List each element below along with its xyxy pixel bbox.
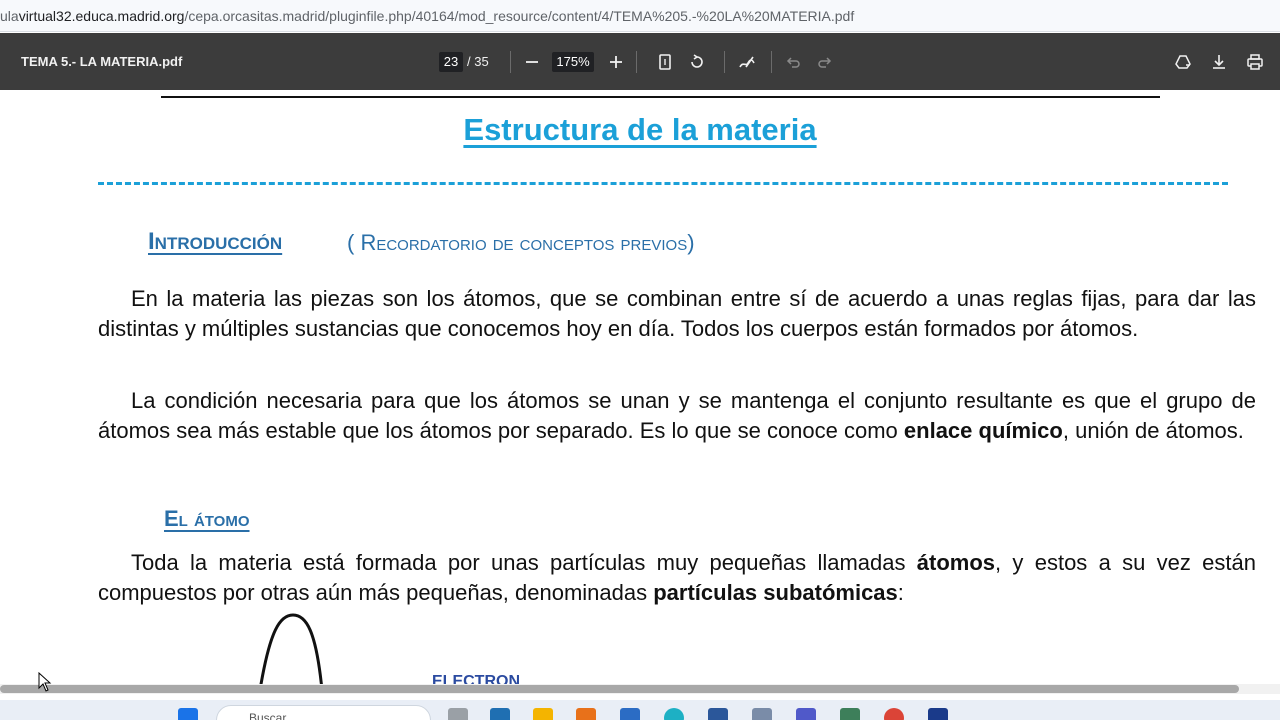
print-button[interactable]: [1243, 50, 1267, 74]
rotate-icon: [691, 54, 703, 68]
pdf-viewer[interactable]: Estructura de la materia Introducción ( …: [0, 90, 1280, 684]
paragraph-3-text: Toda la materia está formada por unas pa…: [131, 550, 917, 575]
app-icon[interactable]: [620, 708, 640, 720]
annotate-icon: [739, 56, 755, 68]
scrollbar-thumb[interactable]: [0, 685, 1239, 693]
rotate-button[interactable]: [685, 50, 709, 74]
zoom-input[interactable]: 175%: [552, 52, 594, 72]
mouse-cursor-icon: [38, 672, 52, 692]
toolbar-divider: [636, 51, 637, 73]
dashed-divider: [98, 182, 1228, 185]
atom-diagram: ELECTRON: [259, 613, 520, 684]
horizontal-scrollbar[interactable]: [0, 684, 1280, 694]
url-text[interactable]: ulavirtual32.educa.madrid.org/cepa.orcas…: [0, 8, 854, 24]
app-icon[interactable]: [840, 708, 860, 720]
atom-heading: El átomo: [164, 506, 250, 531]
task-view-icon[interactable]: [448, 708, 468, 720]
intro-heading: Introducción: [148, 228, 283, 255]
paragraph-1-text: En la materia las piezas son los átomos,…: [98, 286, 1256, 341]
app-icon[interactable]: [576, 708, 596, 720]
intro-subheading: ( Recordatorio de conceptos previos): [347, 230, 695, 255]
toolbar-divider: [724, 51, 725, 73]
page-total: / 35: [467, 54, 489, 69]
download-icon: [1213, 55, 1225, 69]
paragraph-2: La condición necesaria para que los átom…: [98, 386, 1256, 446]
toolbar-divider: [510, 51, 511, 73]
document-title: TEMA 5.- LA MATERIA.pdf: [21, 54, 183, 69]
paragraph-2-tail: , unión de átomos.: [1062, 418, 1244, 443]
zoom-out-icon: [526, 61, 538, 63]
taskbar: Buscar: [0, 700, 1280, 720]
teams-icon[interactable]: [796, 708, 816, 720]
page-number-input[interactable]: 23: [439, 52, 463, 72]
drive-icon: [1175, 55, 1191, 69]
start-icon[interactable]: [178, 708, 198, 720]
word-icon[interactable]: [708, 708, 728, 720]
download-button[interactable]: [1207, 50, 1231, 74]
print-icon: [1247, 54, 1263, 70]
undo-button[interactable]: [781, 50, 805, 74]
fit-page-button[interactable]: [653, 50, 677, 74]
url-prefix: ula: [0, 8, 19, 24]
url-host: virtual32.educa.madrid.org: [18, 8, 185, 24]
section-title: Estructura de la materia: [463, 112, 817, 147]
file-explorer-icon[interactable]: [533, 708, 553, 720]
taskbar-search-placeholder: Buscar: [249, 711, 287, 720]
redo-icon: [818, 57, 832, 68]
app-icon[interactable]: [752, 708, 772, 720]
paragraph-3-tail: :: [897, 580, 904, 605]
zoom-in-button[interactable]: [604, 50, 628, 74]
undo-icon: [786, 57, 800, 68]
url-path: /cepa.orcasitas.madrid/pluginfile.php/40…: [184, 8, 855, 24]
annotate-button[interactable]: [735, 50, 759, 74]
bold-term: enlace químico: [903, 418, 1063, 443]
bold-term: partículas subatómicas: [653, 580, 898, 605]
zoom-out-button[interactable]: [520, 50, 544, 74]
toolbar-divider: [771, 51, 772, 73]
page-top-rule: [161, 96, 1160, 98]
app-icon[interactable]: [490, 708, 510, 720]
bold-term: átomos: [916, 550, 996, 575]
save-to-drive-button[interactable]: [1171, 50, 1195, 74]
pdf-toolbar: TEMA 5.- LA MATERIA.pdf 23 / 35 175%: [0, 33, 1280, 90]
paragraph-1: En la materia las piezas son los átomos,…: [98, 284, 1256, 344]
figure-label: ELECTRON: [432, 673, 520, 684]
zoom-in-icon: [610, 56, 622, 68]
fit-page-icon: [659, 54, 671, 70]
app-icon[interactable]: [928, 708, 948, 720]
edge-icon[interactable]: [664, 708, 684, 720]
address-bar[interactable]: ulavirtual32.educa.madrid.org/cepa.orcas…: [0, 0, 1280, 32]
paragraph-3: Toda la materia está formada por unas pa…: [98, 548, 1256, 608]
redo-button[interactable]: [813, 50, 837, 74]
chrome-icon[interactable]: [884, 708, 904, 720]
